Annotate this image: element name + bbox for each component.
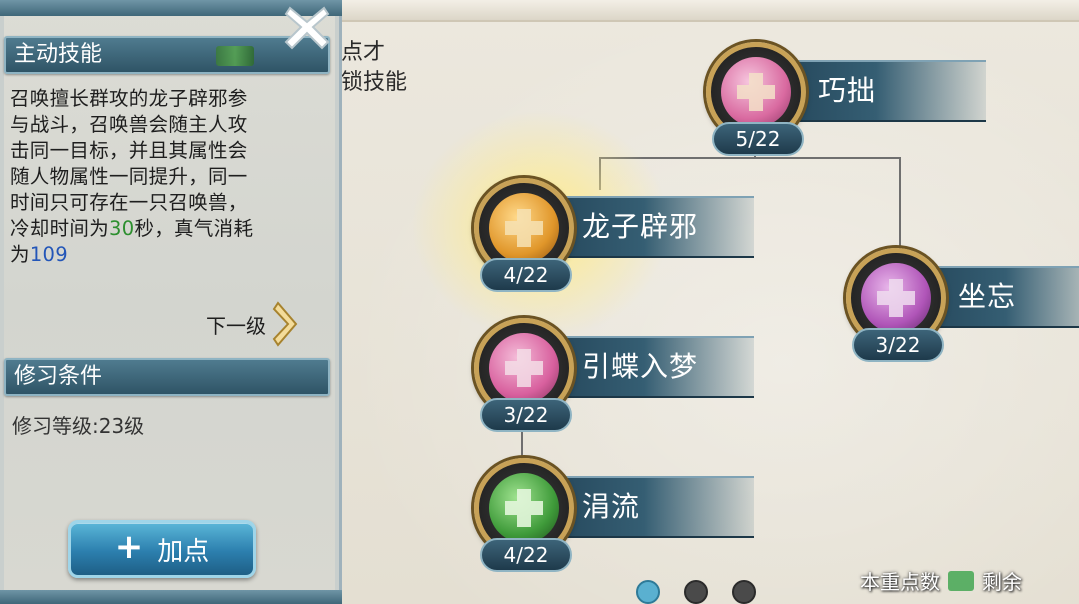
page-indicator <box>636 580 756 604</box>
panel-bottom-border <box>0 590 342 604</box>
cooldown-prefix: 冷却时间为 <box>10 217 110 240</box>
cross-glyph-icon <box>505 489 543 527</box>
page-dot-2[interactable] <box>684 580 708 604</box>
description-line: 击同一目标，并且其属性会 <box>10 139 248 162</box>
cross-glyph-icon <box>877 279 915 317</box>
description-cooldown-line: 冷却时间为30秒，真气消耗 <box>10 216 328 242</box>
skill-level: 3/22 <box>852 328 944 362</box>
next-level-button[interactable]: 下一级 <box>206 301 302 347</box>
close-icon[interactable] <box>282 2 332 52</box>
description-line: 随人物属性一同提升，同一 <box>10 165 248 188</box>
cost-value: 109 <box>29 243 68 266</box>
cost-label: 秒，真气消耗 <box>134 217 254 240</box>
add-point-label: 加点 <box>157 536 210 567</box>
description-line: 时间只可存在一只召唤兽， <box>10 191 248 214</box>
description-line: 召唤擅长群攻的龙子辟邪参 <box>10 87 248 110</box>
next-level-label: 下一级 <box>206 313 266 338</box>
skill-level: 5/22 <box>712 122 804 156</box>
skill-level: 4/22 <box>480 538 572 572</box>
points-label: 本重点数 <box>860 570 940 594</box>
skill-type-title: 主动技能 <box>14 42 103 67</box>
skill-level: 3/22 <box>480 398 572 432</box>
points-value-badge <box>948 570 974 591</box>
page-dot-1[interactable] <box>636 580 660 604</box>
requirement-header: 修习条件 <box>4 358 330 396</box>
chevron-right-icon[interactable] <box>272 299 302 349</box>
plus-icon: + <box>114 527 144 567</box>
description-line: 与战斗，召唤兽会随主人攻 <box>10 113 248 136</box>
remaining-label: 剩余 <box>982 570 1022 594</box>
cooldown-value: 30 <box>109 217 135 240</box>
skill-info-panel: 主动技能 召唤擅长群攻的龙子辟邪参 与战斗，召唤兽会随主人攻 击同一目标，并且其… <box>0 0 342 604</box>
skill-level: 4/22 <box>480 258 572 292</box>
cost-prefix: 为 <box>10 243 30 266</box>
requirement-level-text: 修习等级:23级 <box>12 414 145 438</box>
skill-level-badge <box>216 46 254 66</box>
cross-glyph-icon <box>505 209 543 247</box>
cross-glyph-icon <box>737 73 775 111</box>
page-dot-3[interactable] <box>732 580 756 604</box>
cross-glyph-icon <box>505 349 543 387</box>
points-status: 本重点数 剩余 <box>860 566 1022 595</box>
requirement-title: 修习条件 <box>14 364 103 389</box>
description-cost-line: 为109 <box>10 242 328 268</box>
add-point-button[interactable]: + 加点 <box>68 520 256 578</box>
skill-description: 召唤擅长群攻的龙子辟邪参 与战斗，召唤兽会随主人攻 击同一目标，并且其属性会 随… <box>10 86 328 268</box>
